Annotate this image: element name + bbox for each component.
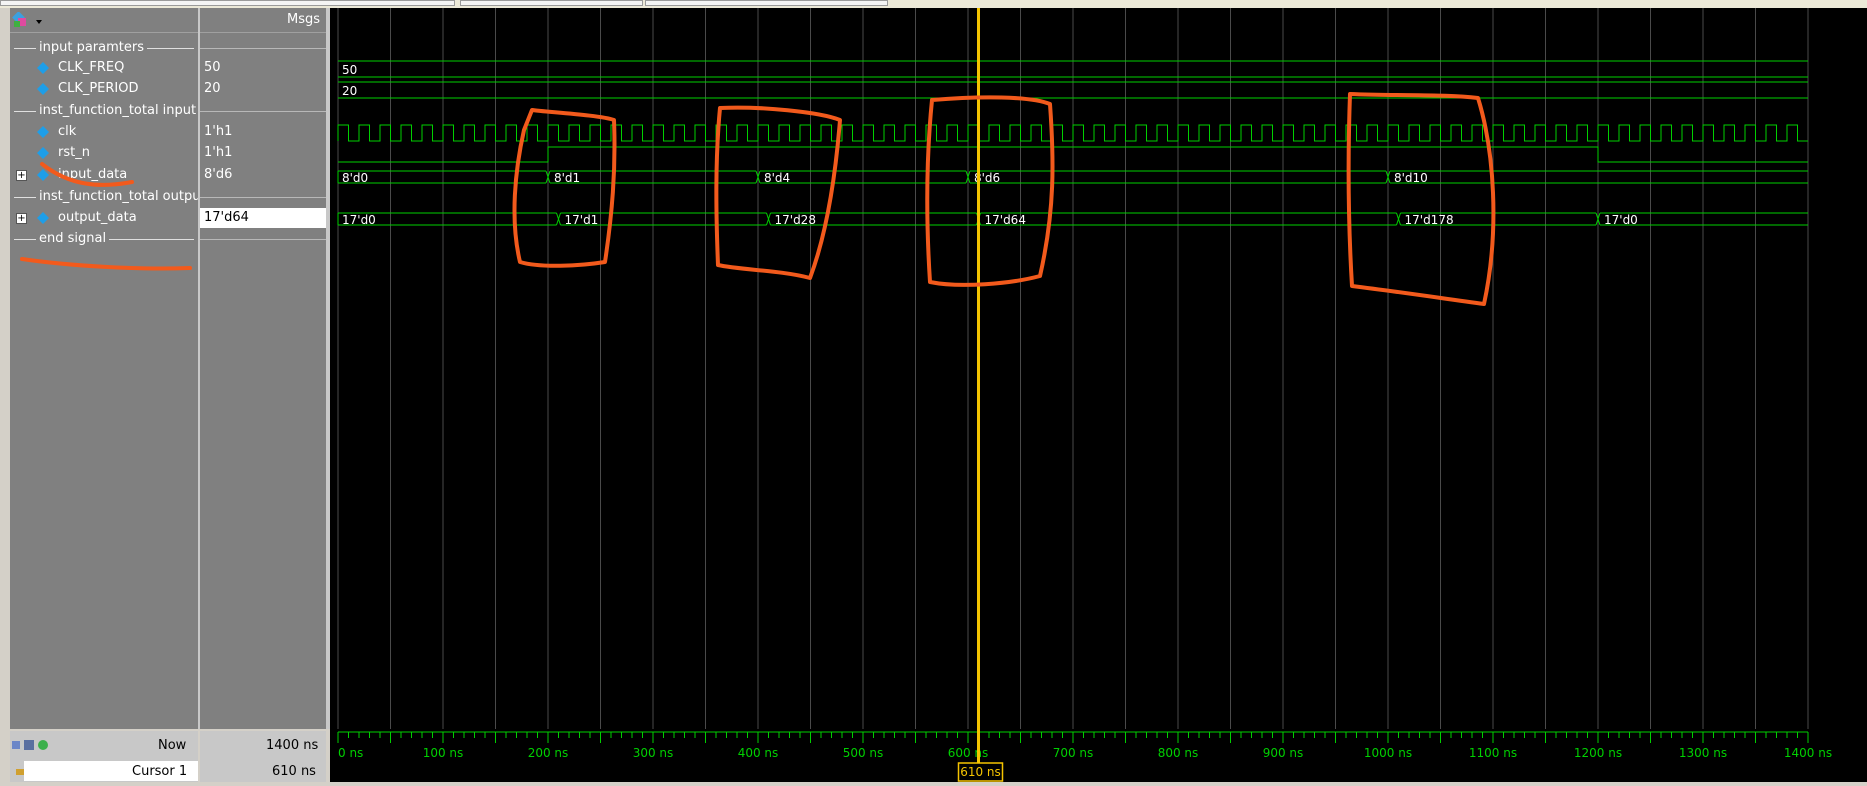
name-pane-header	[10, 8, 198, 33]
axis-tick-label: 600 ns	[948, 746, 989, 760]
signal-clk-period[interactable]: CLK_PERIOD	[10, 79, 198, 99]
top-tab[interactable]	[460, 0, 643, 6]
cursor-value: 610 ns	[272, 764, 316, 779]
time-axis-canvas: 0 ns 100 ns 200 ns 300 ns 400 ns 500 ns 600 ns…	[330, 729, 1867, 782]
value-input-data: 8'd6	[204, 167, 233, 182]
output-data-wave-label: 17'd1	[565, 213, 599, 227]
value-pane-header: Msgs	[200, 8, 326, 33]
axis-tick-label: 1000 ns	[1364, 746, 1412, 760]
top-tab[interactable]	[0, 0, 455, 6]
axis-tick-label: 0 ns	[338, 746, 363, 760]
value-clk-period: 20	[204, 81, 221, 96]
output-data-wave-label: 17'd0	[1604, 213, 1638, 227]
output-data-wave-label: 17'd64	[985, 213, 1026, 227]
output-data-wave-label: 17'd178	[1405, 213, 1454, 227]
top-strip	[0, 0, 1867, 8]
group-end-signal[interactable]: end signal	[10, 229, 198, 249]
wave-tool-icon[interactable]	[12, 12, 44, 30]
msgs-label: Msgs	[286, 12, 320, 27]
expand-icon[interactable]: +	[16, 170, 27, 181]
value-clk: 1'h1	[204, 124, 233, 139]
input-data-wave-label: 8'd10	[1394, 171, 1428, 185]
input-data-wave-label: 8'd4	[764, 171, 790, 185]
waveform-pane[interactable]: 50 20 8'd0 8'd1 8'd4 8'd6 8'd10 17'd0 17'd1 17'd2…	[330, 8, 1867, 729]
output-data-wave-transition	[556, 212, 561, 226]
toolbar-icons[interactable]	[10, 738, 60, 752]
top-tab[interactable]	[645, 0, 888, 6]
axis-tick-label: 300 ns	[633, 746, 674, 760]
axis-tick-label: 200 ns	[528, 746, 569, 760]
now-label: Now	[158, 738, 187, 753]
value-output-data[interactable]: 17'd64	[200, 208, 326, 228]
axis-tick-label: 100 ns	[423, 746, 464, 760]
axis-tick-label: 700 ns	[1053, 746, 1094, 760]
signal-clk[interactable]: clk	[10, 122, 198, 142]
signal-output-data[interactable]: + output_data	[10, 208, 198, 228]
group-function-input[interactable]: inst_function_total input	[10, 101, 198, 121]
input-data-wave-label: 8'd0	[342, 171, 368, 185]
signal-input-data[interactable]: + input_data	[10, 165, 198, 185]
axis-tick-label: 400 ns	[738, 746, 779, 760]
axis-tick-label: 900 ns	[1263, 746, 1304, 760]
axis-tick-label: 1300 ns	[1679, 746, 1727, 760]
diamond-icon	[37, 83, 49, 95]
clk-wave	[337, 124, 1808, 142]
axis-tick-label: 500 ns	[843, 746, 884, 760]
diamond-icon	[37, 169, 49, 181]
waveform-canvas[interactable]: 50208'd0 8'd1 8'd4 8'd6 8'd1017'd0 17'd1 17'd2…	[330, 8, 1867, 729]
axis-tick-label: 1400 ns	[1784, 746, 1832, 760]
diamond-icon	[37, 212, 49, 224]
output-data-wave-label: 17'd28	[775, 213, 816, 227]
cursor-marker-label: 610 ns	[960, 765, 1001, 779]
cursor-label: Cursor 1	[132, 764, 188, 779]
output-data-wave-label: 17'd0	[342, 213, 376, 227]
expand-icon[interactable]: +	[16, 213, 27, 224]
signal-name-pane: input paramters CLK_FREQ CLK_PERIOD inst…	[10, 8, 198, 729]
axis-tick-label: 800 ns	[1158, 746, 1199, 760]
param-wave-label: 20	[342, 84, 357, 98]
diamond-icon	[37, 126, 49, 138]
output-data-wave-transition	[1396, 212, 1401, 226]
diamond-icon	[37, 147, 49, 159]
input-data-wave-label: 8'd1	[554, 171, 580, 185]
signal-clk-freq[interactable]: CLK_FREQ	[10, 58, 198, 78]
time-axis[interactable]: 0 ns 100 ns 200 ns 300 ns 400 ns 500 ns 600 ns…	[330, 729, 1867, 782]
group-input-params[interactable]: input paramters	[10, 38, 198, 58]
param-wave-label: 50	[342, 63, 357, 77]
value-rst-n: 1'h1	[204, 145, 233, 160]
signal-value-pane: Msgs 50 20 1'h1 1'h1 8'd6 17'd64	[200, 8, 326, 729]
now-value: 1400 ns	[266, 738, 319, 753]
output-data-wave-transition	[766, 212, 771, 226]
axis-tick-label: 1200 ns	[1574, 746, 1622, 760]
group-function-output[interactable]: inst_function_total output	[10, 187, 198, 207]
signal-rst-n[interactable]: rst_n	[10, 143, 198, 163]
axis-tick-label: 1100 ns	[1469, 746, 1517, 760]
value-clk-freq: 50	[204, 60, 221, 75]
diamond-icon	[37, 62, 49, 74]
